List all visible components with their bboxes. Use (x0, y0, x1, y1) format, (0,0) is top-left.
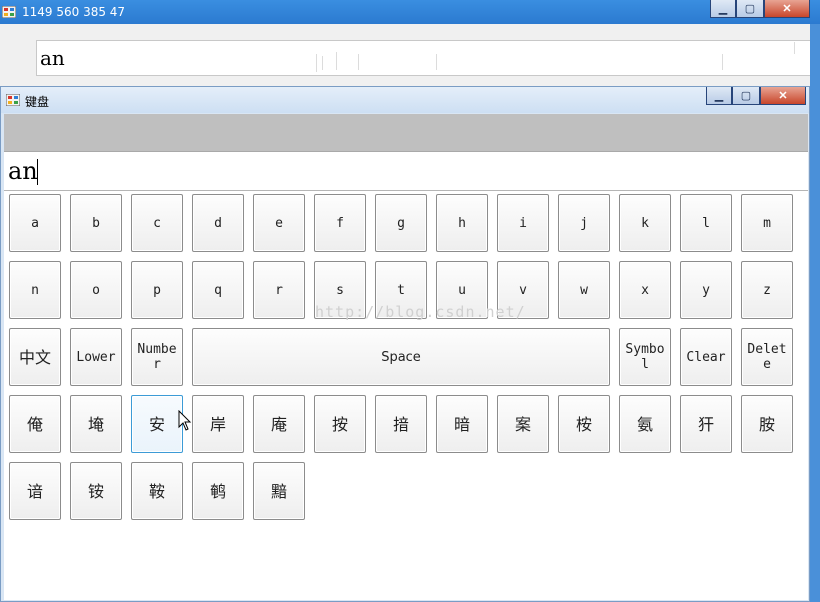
candidate-key[interactable]: 氨 (619, 395, 671, 453)
letter-key[interactable]: w (558, 261, 610, 319)
letter-key[interactable]: n (9, 261, 61, 319)
close-icon: ✕ (782, 3, 792, 15)
ghost-caret (794, 42, 795, 54)
keyboard-title-bar[interactable]: 键盘 ▁ ▢ ✕ (1, 87, 809, 113)
number-mode-key[interactable]: Number (131, 328, 183, 386)
parent-window-border (810, 24, 820, 602)
candidate-key[interactable]: 铵 (70, 462, 122, 520)
letter-key[interactable]: z (741, 261, 793, 319)
letter-key[interactable]: r (253, 261, 305, 319)
letter-key[interactable]: m (741, 194, 793, 252)
minimize-icon: ▁ (714, 90, 724, 102)
candidate-key[interactable]: 安 (131, 395, 183, 453)
minimize-button[interactable]: ▁ (710, 0, 736, 18)
letter-key[interactable]: p (131, 261, 183, 319)
candidate-key[interactable]: 犴 (680, 395, 732, 453)
candidate-key[interactable]: 鹌 (192, 462, 244, 520)
ghost-caret (316, 54, 317, 72)
candidate-key[interactable]: 谙 (9, 462, 61, 520)
letter-key[interactable]: x (619, 261, 671, 319)
candidate-key[interactable]: 黯 (253, 462, 305, 520)
keyboard-window: 键盘 ▁ ▢ ✕ an a b c d e f g h i j k l m n o p q r s t u v w x y z 中文… (0, 86, 810, 602)
letter-key[interactable]: q (192, 261, 244, 319)
text-caret (37, 159, 38, 185)
ghost-caret (436, 54, 437, 70)
ghost-caret (322, 56, 323, 70)
letter-key[interactable]: b (70, 194, 122, 252)
candidate-key[interactable]: 俺 (9, 395, 61, 453)
candidate-key[interactable]: 鞍 (131, 462, 183, 520)
candidate-key[interactable]: 胺 (741, 395, 793, 453)
minimize-icon: ▁ (718, 3, 728, 15)
close-button[interactable]: ✕ (764, 0, 810, 18)
ghost-caret (358, 54, 359, 70)
letter-key[interactable]: c (131, 194, 183, 252)
candidate-key[interactable]: 庵 (253, 395, 305, 453)
watermark-text: http://blog.csdn.net/ (315, 303, 526, 321)
letter-key[interactable]: o (70, 261, 122, 319)
letter-key[interactable]: g (375, 194, 427, 252)
letter-key[interactable]: k (619, 194, 671, 252)
lower-case-key[interactable]: Lower (70, 328, 122, 386)
candidate-key[interactable]: 案 (497, 395, 549, 453)
letter-key[interactable]: l (680, 194, 732, 252)
close-icon: ✕ (778, 90, 788, 102)
candidate-key[interactable]: 岸 (192, 395, 244, 453)
keyboard-header-band (4, 114, 808, 152)
keyboard-minimize-button[interactable]: ▁ (706, 87, 732, 105)
main-text-input[interactable]: an (36, 40, 812, 76)
letter-key[interactable]: j (558, 194, 610, 252)
app-icon (6, 94, 20, 106)
parent-client-area: an (2, 24, 812, 86)
candidate-key[interactable]: 暗 (436, 395, 488, 453)
keyboard-input-field[interactable]: an (4, 153, 808, 191)
clear-key[interactable]: Clear (680, 328, 732, 386)
candidate-key[interactable]: 揞 (375, 395, 427, 453)
keyboard-input-value: an (8, 157, 38, 185)
window-title: 1149 560 385 47 (22, 5, 126, 19)
maximize-icon: ▢ (744, 3, 756, 15)
keyboard-maximize-button[interactable]: ▢ (732, 87, 760, 105)
space-key[interactable]: Space (192, 328, 610, 386)
mouse-pointer-icon (178, 410, 192, 431)
chinese-mode-key[interactable]: 中文 (9, 328, 61, 386)
letter-key[interactable]: f (314, 194, 366, 252)
keyboard-client-area: an a b c d e f g h i j k l m n o p q r s t u v w x y z 中文 Lower Numb… (4, 114, 808, 600)
maximize-icon: ▢ (740, 90, 752, 102)
letter-key[interactable]: y (680, 261, 732, 319)
candidate-key[interactable]: 按 (314, 395, 366, 453)
app-icon (2, 6, 16, 18)
symbol-mode-key[interactable]: Symbol (619, 328, 671, 386)
maximize-button[interactable]: ▢ (736, 0, 764, 18)
letter-key[interactable]: a (9, 194, 61, 252)
ghost-caret (336, 52, 337, 70)
keyboard-window-title: 键盘 (25, 95, 50, 109)
ghost-caret (722, 54, 723, 70)
parent-title-bar[interactable]: 1149 560 385 47 ▁ ▢ ✕ (0, 0, 820, 24)
letter-key[interactable]: h (436, 194, 488, 252)
letter-key[interactable]: d (192, 194, 244, 252)
letter-key[interactable]: e (253, 194, 305, 252)
keyboard-close-button[interactable]: ✕ (760, 87, 806, 105)
letter-key[interactable]: i (497, 194, 549, 252)
candidate-key[interactable]: 埯 (70, 395, 122, 453)
candidate-key[interactable]: 桉 (558, 395, 610, 453)
main-text-value: an (40, 46, 65, 70)
delete-key[interactable]: Delete (741, 328, 793, 386)
